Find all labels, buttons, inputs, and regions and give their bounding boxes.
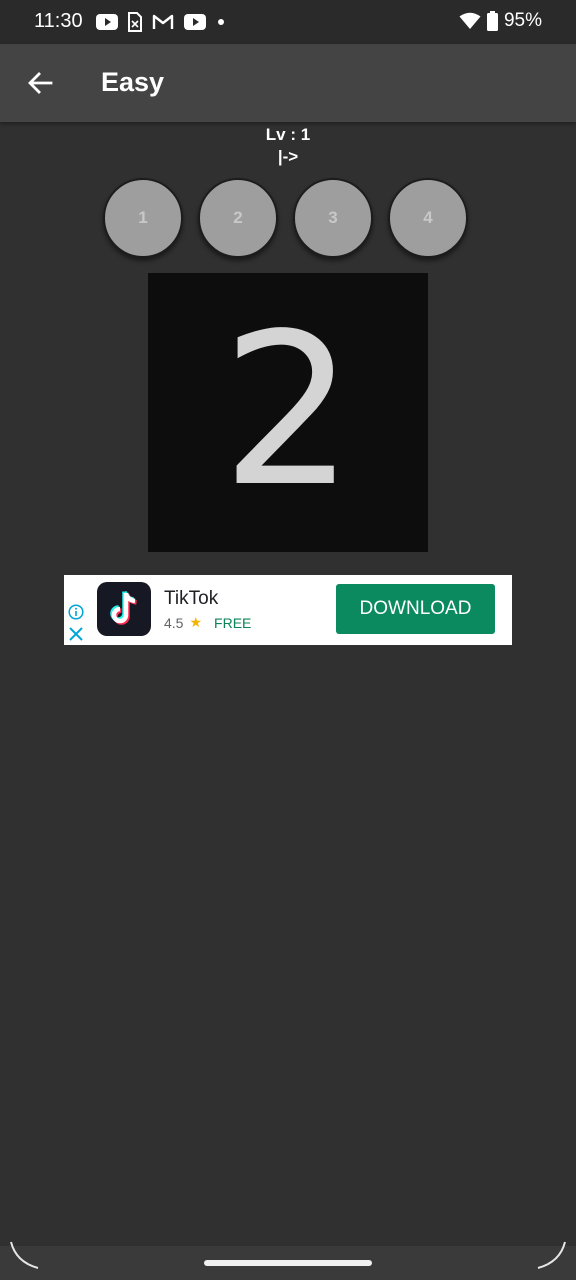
youtube-icon [96, 14, 118, 30]
back-button[interactable] [20, 63, 60, 103]
display-number: 2 [221, 287, 355, 533]
status-bar: 11:30 95% [0, 0, 576, 44]
battery-percent: 95% [503, 10, 542, 31]
notification-icons [96, 11, 226, 33]
ad-rating: 4.5 [164, 614, 184, 631]
battery-icon [486, 11, 498, 31]
download-button[interactable]: DOWNLOAD [336, 584, 495, 634]
star-icon: ★ [189, 614, 203, 630]
ad-app-name: TikTok [164, 588, 219, 609]
progress-hint: |-> [277, 147, 299, 166]
dot-icon [216, 17, 226, 27]
level-label: Lv : 1 [265, 125, 311, 144]
ad-meta: 4.5 ★ FREE [164, 614, 251, 631]
wifi-icon [459, 12, 481, 30]
sim-icon [128, 12, 142, 32]
choice-buttons: 1 2 3 4 [103, 178, 473, 262]
back-arrow-icon [28, 72, 53, 94]
status-right: 95% [459, 10, 542, 32]
corner-curve-right-icon [537, 1241, 566, 1269]
tiktok-logo-icon [97, 582, 151, 636]
ad-banner[interactable]: TikTok 4.5 ★ FREE DOWNLOAD [64, 575, 512, 645]
youtube-icon [184, 14, 206, 30]
status-time: 11:30 [34, 10, 83, 32]
number-display: 2 [148, 273, 428, 552]
choice-button-2[interactable]: 2 [198, 178, 278, 258]
choice-button-3[interactable]: 3 [293, 178, 373, 258]
ad-close-icon[interactable] [68, 626, 84, 642]
page-title: Easy [101, 67, 165, 97]
gmail-icon [152, 14, 174, 30]
ad-price: FREE [214, 614, 252, 631]
choice-button-1[interactable]: 1 [103, 178, 183, 258]
home-gesture-handle[interactable] [204, 1260, 372, 1266]
ad-info-icon[interactable] [68, 604, 84, 620]
corner-curve-left-icon [10, 1241, 39, 1269]
app-bar: Easy [0, 44, 576, 122]
choice-button-4[interactable]: 4 [388, 178, 468, 258]
navigation-bar [0, 1246, 576, 1280]
